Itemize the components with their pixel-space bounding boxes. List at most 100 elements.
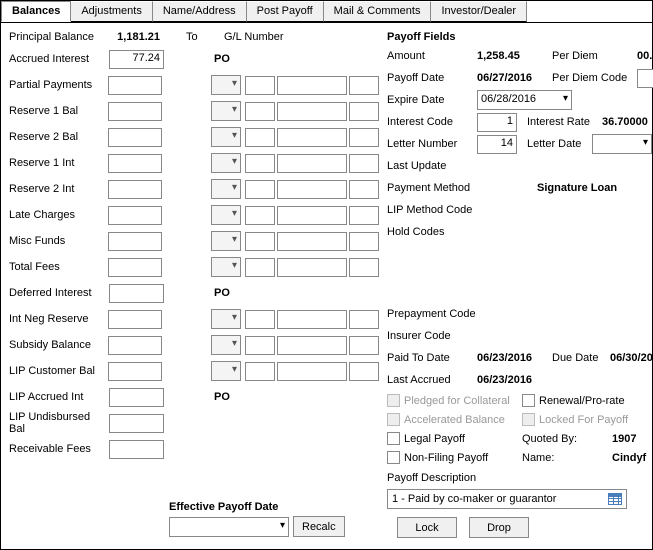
lip-undisbursed-label: LIP Undisbursed Bal xyxy=(9,411,109,435)
misc-funds-drop[interactable] xyxy=(211,231,241,251)
drop-button[interactable]: Drop xyxy=(469,517,529,538)
partial-payments-input[interactable] xyxy=(108,76,162,95)
gl-b[interactable] xyxy=(277,258,347,277)
amount-value: 1,258.45 xyxy=(477,50,552,62)
gl-a[interactable] xyxy=(245,154,275,173)
gl-c[interactable] xyxy=(349,154,379,173)
payoff-description-input[interactable]: 1 - Paid by co-maker or guarantor xyxy=(387,489,627,509)
locked-label: Locked For Payoff xyxy=(539,414,628,426)
gl-c[interactable] xyxy=(349,102,379,121)
gl-c[interactable] xyxy=(349,232,379,251)
letter-date-dropdown[interactable] xyxy=(592,134,652,154)
deferred-interest-input[interactable] xyxy=(109,284,164,303)
accrued-interest-input[interactable]: 77.24 xyxy=(109,50,164,69)
gl-a[interactable] xyxy=(245,310,275,329)
gl-a[interactable] xyxy=(245,76,275,95)
gl-c[interactable] xyxy=(349,128,379,147)
lip-customer-bal-input[interactable] xyxy=(108,362,162,381)
gl-a[interactable] xyxy=(245,258,275,277)
receivable-fees-input[interactable] xyxy=(109,440,164,459)
principal-balance-label: Principal Balance xyxy=(9,31,109,43)
gl-c[interactable] xyxy=(349,336,379,355)
gl-a[interactable] xyxy=(245,206,275,225)
deferred-interest-label: Deferred Interest xyxy=(9,287,109,299)
gl-b[interactable] xyxy=(277,362,347,381)
renewal-checkbox[interactable] xyxy=(522,394,535,407)
gl-c[interactable] xyxy=(349,76,379,95)
total-fees-input[interactable] xyxy=(108,258,162,277)
per-diem-code-input[interactable]: 1 xyxy=(637,69,653,88)
gl-b[interactable] xyxy=(277,154,347,173)
interest-code-label: Interest Code xyxy=(387,116,477,128)
gl-a[interactable] xyxy=(245,232,275,251)
lip-accrued-int-input[interactable] xyxy=(109,388,164,407)
gl-a[interactable] xyxy=(245,180,275,199)
recalc-button[interactable]: Recalc xyxy=(293,516,345,537)
tab-investor-dealer[interactable]: Investor/Dealer xyxy=(431,1,527,22)
principal-balance-value: 1,181.21 xyxy=(109,31,164,43)
gl-b[interactable] xyxy=(277,180,347,199)
tab-name-address[interactable]: Name/Address xyxy=(153,1,247,22)
gl-b[interactable] xyxy=(277,76,347,95)
gl-b[interactable] xyxy=(277,232,347,251)
quoted-by-value: 1907 xyxy=(612,433,636,445)
subsidy-balance-drop[interactable] xyxy=(211,335,241,355)
total-fees-drop[interactable] xyxy=(211,257,241,277)
gl-a[interactable] xyxy=(245,102,275,121)
tab-mail-comments[interactable]: Mail & Comments xyxy=(324,1,432,22)
gl-b[interactable] xyxy=(277,102,347,121)
per-diem-label: Per Diem xyxy=(552,50,637,62)
lip-customer-bal-drop[interactable] xyxy=(211,361,241,381)
reserve1-bal-drop[interactable] xyxy=(211,101,241,121)
tab-adjustments[interactable]: Adjustments xyxy=(71,1,153,22)
reserve1-bal-input[interactable] xyxy=(108,102,162,121)
reserve1-int-label: Reserve 1 Int xyxy=(9,157,108,169)
gl-a[interactable] xyxy=(245,362,275,381)
gl-c[interactable] xyxy=(349,258,379,277)
nonfiling-checkbox[interactable] xyxy=(387,451,400,464)
tab-balances[interactable]: Balances xyxy=(1,1,71,22)
letter-number-input[interactable]: 14 xyxy=(477,135,517,154)
grid-icon[interactable] xyxy=(608,493,622,505)
reserve2-bal-drop[interactable] xyxy=(211,127,241,147)
gl-c[interactable] xyxy=(349,310,379,329)
int-neg-reserve-input[interactable] xyxy=(108,310,162,329)
lock-button[interactable]: Lock xyxy=(397,517,457,538)
name-label: Name: xyxy=(522,452,592,464)
payment-method-label: Payment Method xyxy=(387,182,507,194)
gl-b[interactable] xyxy=(277,336,347,355)
gl-c[interactable] xyxy=(349,206,379,225)
reserve2-bal-input[interactable] xyxy=(108,128,162,147)
effective-payoff-date-dropdown[interactable] xyxy=(169,517,289,537)
gl-b[interactable] xyxy=(277,310,347,329)
lip-undisbursed-input[interactable] xyxy=(109,414,164,433)
reserve1-int-input[interactable] xyxy=(108,154,162,173)
gl-c[interactable] xyxy=(349,362,379,381)
late-charges-drop[interactable] xyxy=(211,205,241,225)
expire-date-dropdown[interactable]: 06/28/2016 xyxy=(477,90,572,110)
misc-funds-label: Misc Funds xyxy=(9,235,108,247)
reserve1-int-drop[interactable] xyxy=(211,153,241,173)
int-neg-reserve-drop[interactable] xyxy=(211,309,241,329)
gl-a[interactable] xyxy=(245,336,275,355)
interest-code-input[interactable]: 1 xyxy=(477,113,517,132)
partial-payments-to-drop[interactable] xyxy=(211,75,241,95)
legal-payoff-checkbox[interactable] xyxy=(387,432,400,445)
gl-b[interactable] xyxy=(277,128,347,147)
po-label-3: PO xyxy=(214,391,244,403)
left-panel: Principal Balance 1,181.21 To G/L Number… xyxy=(9,31,379,541)
gl-b[interactable] xyxy=(277,206,347,225)
last-accrued-value: 06/23/2016 xyxy=(477,374,552,386)
reserve2-int-input[interactable] xyxy=(108,180,162,199)
misc-funds-input[interactable] xyxy=(108,232,162,251)
reserve2-int-drop[interactable] xyxy=(211,179,241,199)
gl-a[interactable] xyxy=(245,128,275,147)
gl-c[interactable] xyxy=(349,180,379,199)
quoted-by-label: Quoted By: xyxy=(522,433,592,445)
subsidy-balance-input[interactable] xyxy=(108,336,162,355)
late-charges-input[interactable] xyxy=(108,206,162,225)
receivable-fees-label: Receivable Fees xyxy=(9,443,109,455)
payoff-description-value: 1 - Paid by co-maker or guarantor xyxy=(392,493,556,505)
po-label-2: PO xyxy=(214,287,244,299)
tab-post-payoff[interactable]: Post Payoff xyxy=(247,1,324,22)
